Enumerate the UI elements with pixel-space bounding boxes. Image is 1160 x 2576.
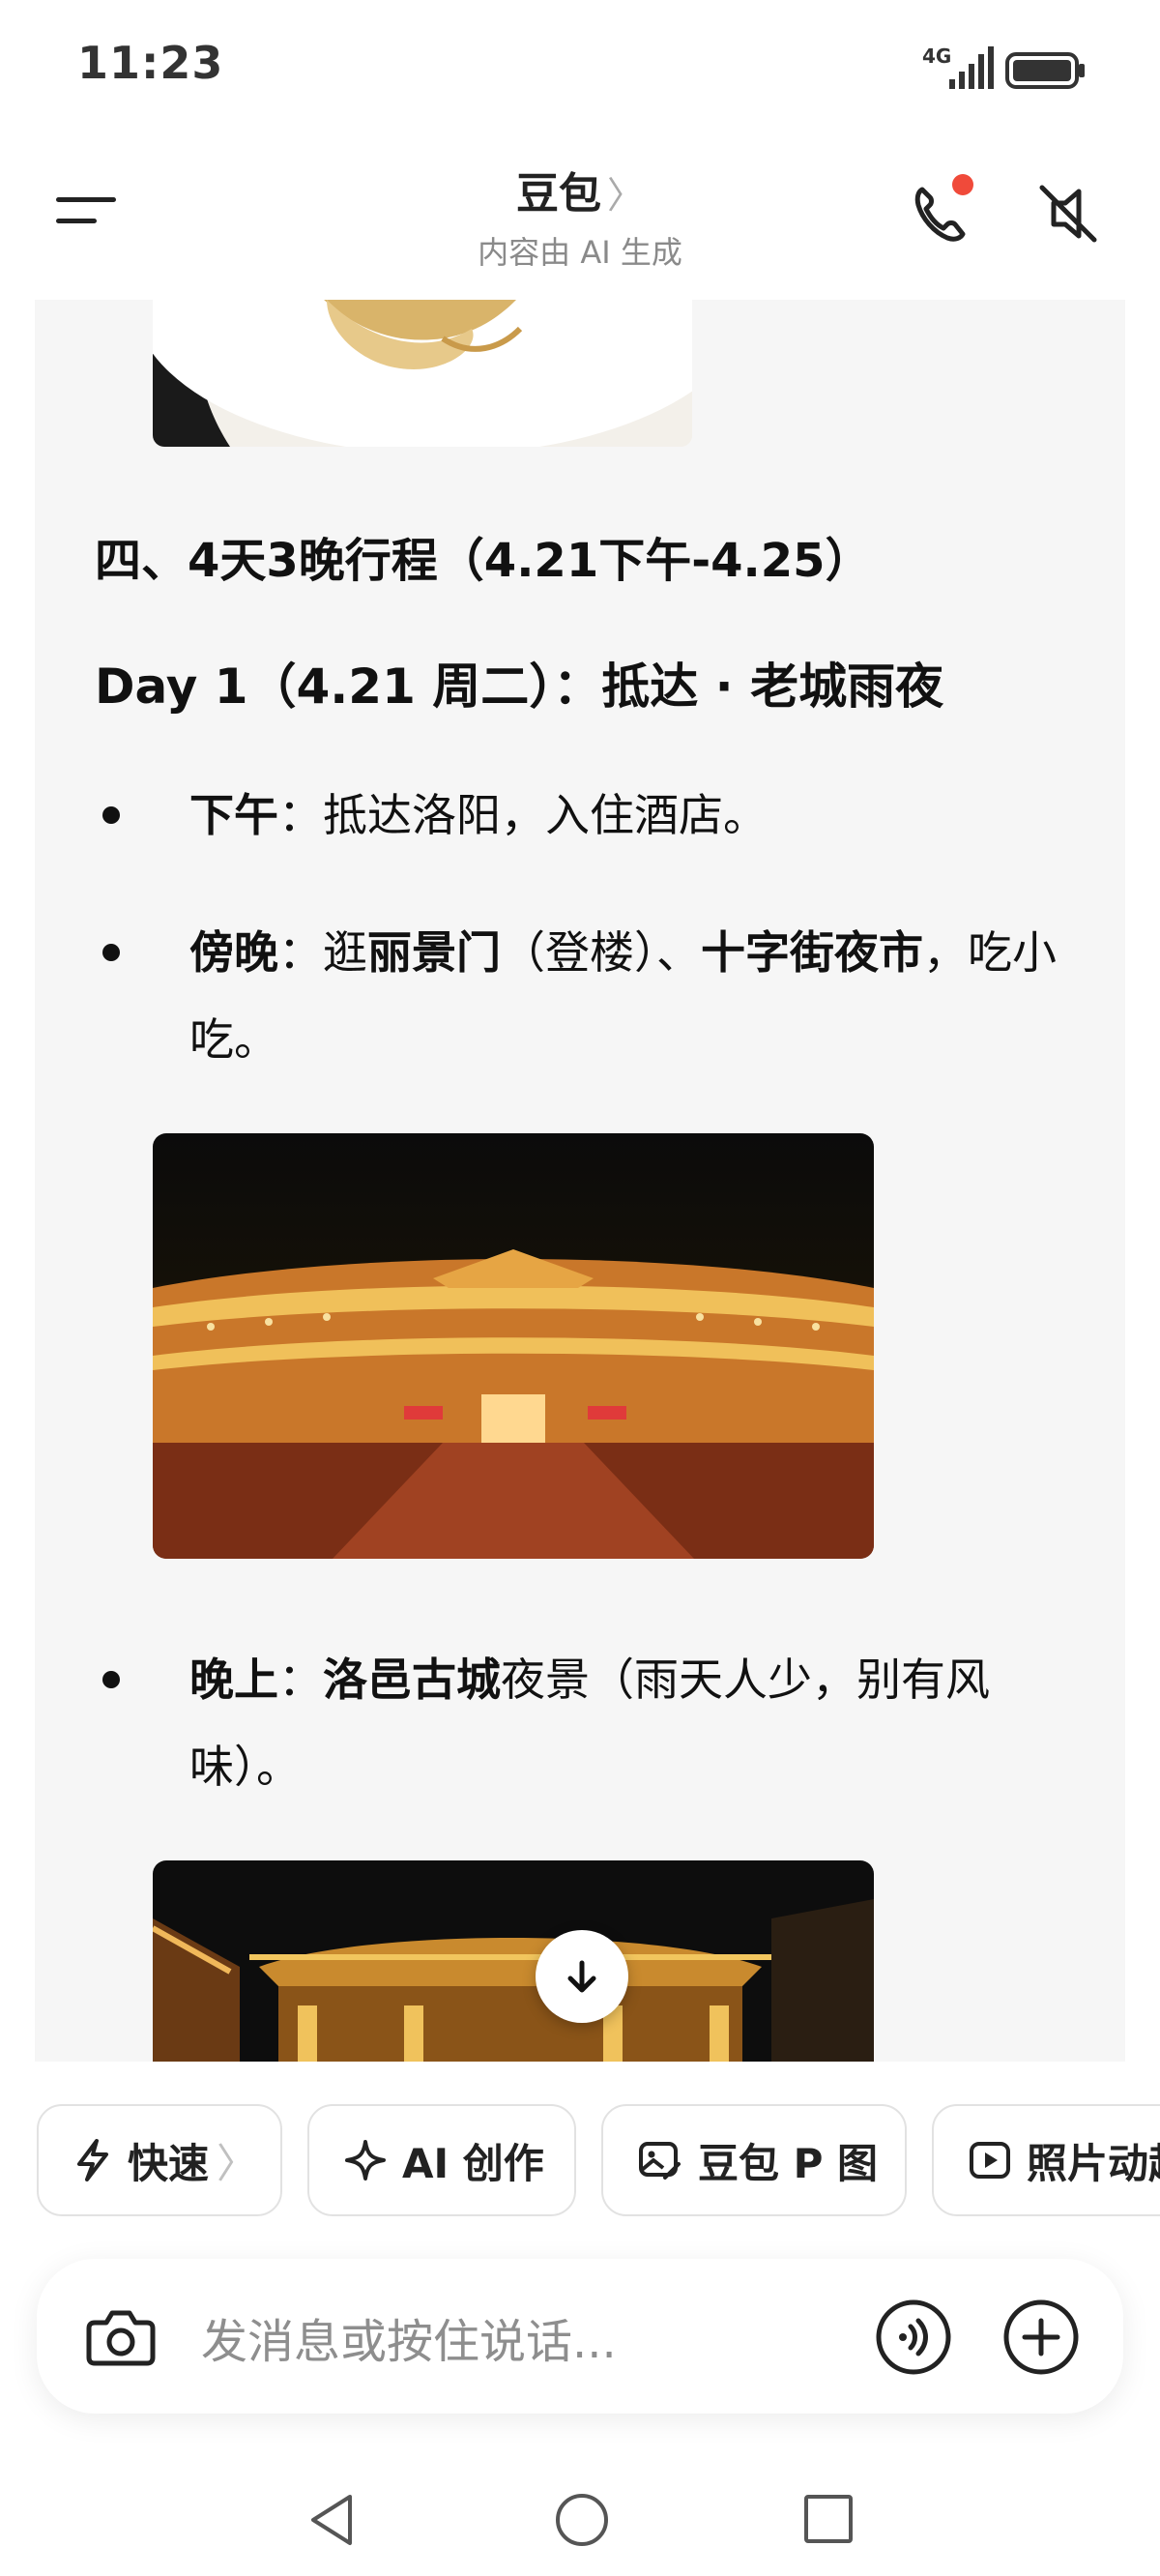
speaker-mute-icon[interactable] (1034, 180, 1102, 248)
bullet-dot (102, 1671, 120, 1688)
item-text: （登楼）、 (501, 926, 701, 979)
menu-icon[interactable] (54, 186, 122, 234)
list-item: 下午：抵达洛阳，入住酒店。 (95, 772, 1100, 859)
item-sep: ： (278, 1654, 323, 1706)
item-text: 抵达洛阳，入住酒店。 (323, 789, 768, 841)
image-edit-icon (639, 2142, 681, 2180)
status-bar: 11:23 4G (0, 0, 1160, 135)
chip-image-edit[interactable]: 豆包 P 图 (601, 2104, 907, 2216)
recent-apps-icon[interactable] (802, 2493, 855, 2545)
chevron-right-icon: 〉 (606, 174, 644, 217)
page-title[interactable]: 豆包 (516, 159, 601, 220)
message-input[interactable]: 发消息或按住说话... (201, 2303, 617, 2371)
plus-icon[interactable] (1001, 2298, 1081, 2377)
status-time: 11:23 (77, 37, 224, 89)
lightning-icon (77, 2139, 108, 2181)
camera-icon[interactable] (81, 2298, 160, 2377)
dumpling-image[interactable] (153, 300, 692, 447)
chip-fast-mode[interactable]: 快速〉 (37, 2104, 282, 2216)
lijingmen-night-image[interactable] (153, 1133, 874, 1559)
chip-ai-create[interactable]: AI 创作 (307, 2104, 576, 2216)
day-heading: Day 1（4.21 周二）：抵达 · 老城雨夜 (95, 659, 944, 715)
bullet-dot (102, 944, 120, 961)
app-header: 豆包〉 内容由 AI 生成 (0, 135, 1160, 300)
item-sep: ： (278, 926, 323, 979)
chip-label: 照片动起 (1027, 2139, 1160, 2187)
ancient-gate-photo (153, 1860, 874, 2062)
place-name: 丽景门 (367, 926, 501, 979)
item-label: 下午 (189, 789, 278, 841)
quick-action-chips: 快速〉 AI 创作 豆包 P 图 照片动起 (0, 2104, 1160, 2218)
bullet-dot (102, 806, 120, 824)
chip-label: AI 创作 (402, 2139, 544, 2187)
notification-dot (952, 174, 973, 195)
voice-call-icon[interactable] (874, 2298, 953, 2377)
signal-icon (949, 46, 994, 89)
item-label: 傍晚 (189, 926, 278, 979)
message-input-bar: 发消息或按住说话... (37, 2259, 1123, 2414)
item-text: 逛 (323, 926, 367, 979)
luoyi-ancient-city-image[interactable] (153, 1860, 874, 2062)
list-item: 晚上：洛邑古城夜景（雨天人少，别有风味）。 (95, 1636, 1100, 1810)
chip-animate-photo[interactable]: 照片动起 (932, 2104, 1160, 2216)
arrow-down-icon (567, 1960, 596, 1993)
chevron-right-icon: 〉 (217, 2139, 258, 2187)
item-label: 晚上 (189, 1654, 278, 1706)
item-sep: ： (278, 789, 323, 841)
place-name: 十字街夜市 (701, 926, 923, 979)
list-item: 傍晚：逛丽景门（登楼）、十字街夜市，吃小吃。 (95, 909, 1100, 1083)
sparkle-icon (345, 2140, 386, 2181)
chat-message-area[interactable]: 四、4天3晚行程（4.21下午-4.25） Day 1（4.21 周二）：抵达 … (35, 300, 1125, 2062)
back-triangle-icon[interactable] (305, 2491, 360, 2549)
chip-label: 豆包 P 图 (698, 2139, 879, 2187)
scroll-to-bottom-button[interactable] (536, 1930, 628, 2023)
play-icon (970, 2142, 1010, 2179)
chat-title[interactable]: 豆包〉 内容由 AI 生成 (387, 159, 773, 273)
dumpling-photo (153, 300, 692, 447)
system-nav-bar (0, 2475, 1160, 2576)
chip-label: 快速 (128, 2139, 210, 2187)
place-name: 洛邑古城 (323, 1654, 501, 1706)
night-street-photo (153, 1133, 874, 1559)
home-circle-icon[interactable] (553, 2491, 611, 2549)
ai-disclaimer: 内容由 AI 生成 (478, 234, 682, 271)
itinerary-heading: 四、4天3晚行程（4.21下午-4.25） (95, 534, 872, 588)
battery-icon (1005, 52, 1085, 89)
